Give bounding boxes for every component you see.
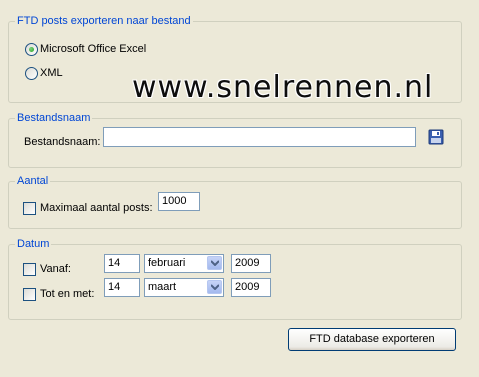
xml-radio-label[interactable]: XML — [40, 66, 63, 80]
from-day-input[interactable]: 14 — [104, 254, 140, 273]
date-title: Datum — [15, 237, 52, 251]
floppy-disk-icon[interactable] — [428, 129, 444, 145]
radio-selected-dot — [29, 47, 34, 52]
from-label[interactable]: Vanaf: — [40, 262, 71, 276]
export-database-button[interactable]: FTD database exporteren — [288, 328, 456, 351]
excel-radio[interactable] — [25, 43, 38, 56]
excel-radio-label[interactable]: Microsoft Office Excel — [40, 42, 146, 56]
xml-radio[interactable] — [25, 67, 38, 80]
from-year-input[interactable]: 2009 — [231, 254, 271, 273]
to-month-select[interactable]: maart — [144, 278, 224, 297]
count-title: Aantal — [15, 174, 51, 188]
filename-input[interactable] — [103, 127, 416, 147]
to-month-value: maart — [148, 281, 177, 293]
from-month-value: februari — [148, 257, 186, 269]
from-checkbox[interactable] — [23, 263, 36, 276]
filename-title: Bestandsnaam — [15, 111, 93, 125]
max-posts-checkbox[interactable] — [23, 202, 36, 215]
to-label[interactable]: Tot en met: — [40, 287, 94, 301]
watermark-text: www.snelrennen.nl — [132, 70, 434, 105]
max-posts-input[interactable]: 1000 — [158, 192, 200, 211]
max-posts-label[interactable]: Maximaal aantal posts: — [40, 201, 153, 215]
to-day-input[interactable]: 14 — [104, 278, 140, 297]
filename-label: Bestandsnaam: — [24, 136, 101, 148]
from-month-select[interactable]: februari — [144, 254, 224, 273]
chevron-down-icon[interactable] — [207, 256, 222, 270]
to-year-input[interactable]: 2009 — [231, 278, 271, 297]
to-checkbox[interactable] — [23, 288, 36, 301]
chevron-down-icon[interactable] — [207, 280, 222, 294]
export-format-title: FTD posts exporteren naar bestand — [15, 14, 193, 28]
